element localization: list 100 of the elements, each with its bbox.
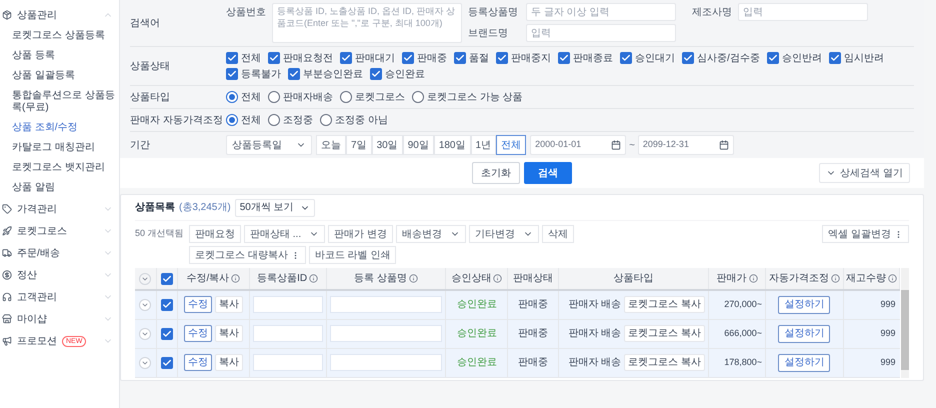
start-date-field[interactable]: 2000-01-01 bbox=[530, 135, 626, 155]
period-button[interactable]: 30일 bbox=[372, 135, 403, 155]
group-label: 가격관리 bbox=[17, 202, 57, 216]
checkbox[interactable] bbox=[288, 68, 300, 80]
checkbox[interactable] bbox=[160, 298, 173, 311]
option-label: 판매대기 bbox=[355, 52, 395, 66]
period-button[interactable]: 오늘 bbox=[316, 135, 346, 155]
checkbox[interactable] bbox=[226, 68, 238, 80]
period-button[interactable]: 7일 bbox=[346, 135, 372, 155]
option-label: 전체 bbox=[241, 114, 261, 128]
group-label: 주문/배송 bbox=[17, 246, 60, 260]
detail-search-button[interactable]: 상세검색 열기 bbox=[819, 163, 910, 183]
option-label: 심사중/검수중 bbox=[697, 52, 760, 66]
excel-bulk-edit-button[interactable]: 엑셀 일괄변경 bbox=[822, 225, 909, 243]
sidebar-item[interactable]: 상품 알림 bbox=[0, 178, 119, 198]
rocket-growth-copy-button[interactable]: 로켓그로스 복사 bbox=[624, 354, 705, 371]
action-button[interactable]: 판매요청 bbox=[189, 225, 241, 243]
radio-button[interactable] bbox=[268, 114, 280, 126]
checkbox[interactable] bbox=[766, 52, 779, 64]
checkbox[interactable] bbox=[370, 68, 382, 80]
search-button[interactable]: 검색 bbox=[524, 162, 572, 184]
checkbox[interactable] bbox=[160, 272, 173, 284]
sidebar-group[interactable]: 정산 bbox=[0, 264, 119, 286]
info-icon bbox=[309, 274, 318, 283]
info-icon bbox=[231, 274, 240, 283]
reset-button[interactable]: 초기화 bbox=[472, 162, 520, 184]
field-label: 브랜드명 bbox=[468, 26, 509, 40]
page-size-select[interactable]: 50개씩 보기 bbox=[234, 198, 315, 216]
row-label: 상품타입 bbox=[130, 90, 171, 104]
checkbox[interactable] bbox=[828, 52, 841, 64]
option-label: 조정중 아님 bbox=[335, 114, 388, 128]
period-button[interactable]: 전체 bbox=[496, 135, 526, 155]
row-label: 기간 bbox=[130, 138, 151, 152]
checkbox[interactable] bbox=[160, 328, 173, 340]
sidebar-item[interactable]: 상품 조회/수정 bbox=[0, 118, 119, 138]
copy-button[interactable]: 복사 bbox=[214, 296, 243, 314]
range-separator: ~ bbox=[629, 138, 635, 152]
checkbox[interactable] bbox=[226, 52, 238, 64]
sidebar-item[interactable]: 통합솔루션으로 상품등록(무료) bbox=[0, 86, 119, 118]
radio-button[interactable] bbox=[268, 91, 280, 103]
end-date-field[interactable]: 2099-12-31 bbox=[638, 135, 734, 155]
date-type-select[interactable]: 상품등록일 bbox=[226, 135, 312, 155]
copy-button[interactable]: 복사 bbox=[214, 325, 243, 342]
checkbox[interactable] bbox=[454, 52, 466, 64]
checkbox[interactable] bbox=[160, 356, 173, 368]
sidebar-item[interactable]: 상품 일괄등록 bbox=[0, 66, 119, 86]
radio-button[interactable] bbox=[226, 91, 238, 103]
sale-status: 판매중 bbox=[518, 299, 548, 310]
sidebar-item[interactable]: 카탈로그 매칭관리 bbox=[0, 138, 119, 158]
radio-button[interactable] bbox=[320, 114, 332, 126]
action-button[interactable]: 판매가 변경 bbox=[328, 225, 393, 243]
checkbox[interactable] bbox=[268, 52, 280, 64]
sidebar-group[interactable]: 마이샵 bbox=[0, 308, 119, 330]
sidebar-group[interactable]: 주문/배송 bbox=[0, 242, 119, 264]
product-name-field[interactable]: 두 글자 이상 입력 bbox=[526, 3, 676, 21]
rocket-growth-copy-button[interactable]: 로켓그로스 복사 bbox=[624, 296, 705, 314]
action-dropdown[interactable]: 기타변경 bbox=[468, 225, 539, 243]
checkbox[interactable] bbox=[340, 52, 352, 64]
settings-button[interactable]: 설정하기 bbox=[778, 324, 830, 342]
edit-button[interactable]: 수정 bbox=[184, 354, 212, 371]
radio-button[interactable] bbox=[340, 91, 352, 103]
sidebar-group[interactable]: 로켓그로스 bbox=[0, 220, 119, 242]
radio-button[interactable] bbox=[226, 114, 238, 126]
field-label: 제조사명 bbox=[692, 6, 732, 20]
sidebar-group[interactable]: 상품관리 bbox=[0, 4, 119, 26]
edit-button[interactable]: 수정 bbox=[184, 325, 212, 342]
checkbox[interactable] bbox=[496, 52, 508, 64]
product-number-field[interactable]: 등록상품 ID, 노출상품 ID, 옵션 ID, 판매자 상품코드(Enter 또는 ","로 구분, 최대 100개) bbox=[272, 3, 462, 43]
copy-button[interactable]: 복사 bbox=[214, 354, 243, 371]
sidebar-group[interactable]: 고객관리 bbox=[0, 286, 119, 308]
checkbox[interactable] bbox=[402, 52, 414, 64]
option-label: 판매중 bbox=[417, 52, 447, 66]
manufacturer-field[interactable]: 입력 bbox=[738, 3, 868, 21]
column-header: 등록상품ID bbox=[249, 268, 326, 290]
brand-field[interactable]: 입력 bbox=[526, 24, 676, 42]
period-button[interactable]: 180일 bbox=[434, 135, 470, 155]
scrollbar[interactable] bbox=[901, 268, 909, 378]
checkbox[interactable] bbox=[558, 52, 570, 64]
rocket-growth-copy-button[interactable]: 로켓그로스 복사 bbox=[624, 325, 705, 342]
period-button[interactable]: 1년 bbox=[470, 135, 496, 155]
edit-button[interactable]: 수정 bbox=[184, 296, 212, 314]
action-dropdown[interactable]: 배송변경 bbox=[396, 225, 466, 243]
sidebar-group[interactable]: 가격관리 bbox=[0, 198, 119, 220]
option-label: 승인대기 bbox=[635, 52, 675, 66]
approval-status: 승인완료 bbox=[456, 328, 497, 339]
sidebar-item[interactable]: 상품 등록 bbox=[0, 46, 119, 66]
action-button[interactable]: 바코드 라벨 인쇄 bbox=[308, 246, 396, 264]
settings-button[interactable]: 설정하기 bbox=[778, 354, 830, 372]
period-button[interactable]: 90일 bbox=[402, 135, 434, 155]
action-menu-button[interactable]: 로켓그로스 대량복사 bbox=[189, 246, 306, 264]
store-icon bbox=[2, 314, 12, 324]
radio-button[interactable] bbox=[412, 91, 424, 103]
sidebar-item[interactable]: 로켓그로스 뱃지관리 bbox=[0, 158, 119, 178]
sidebar-item[interactable]: 로켓그로스 상품등록 bbox=[0, 26, 119, 46]
action-dropdown[interactable]: 판매상태 ... bbox=[244, 225, 326, 243]
action-button[interactable]: 삭제 bbox=[542, 225, 574, 243]
option-label: 전체 bbox=[241, 52, 261, 66]
checkbox[interactable] bbox=[682, 52, 694, 64]
checkbox[interactable] bbox=[620, 52, 632, 64]
settings-button[interactable]: 설정하기 bbox=[778, 296, 830, 314]
